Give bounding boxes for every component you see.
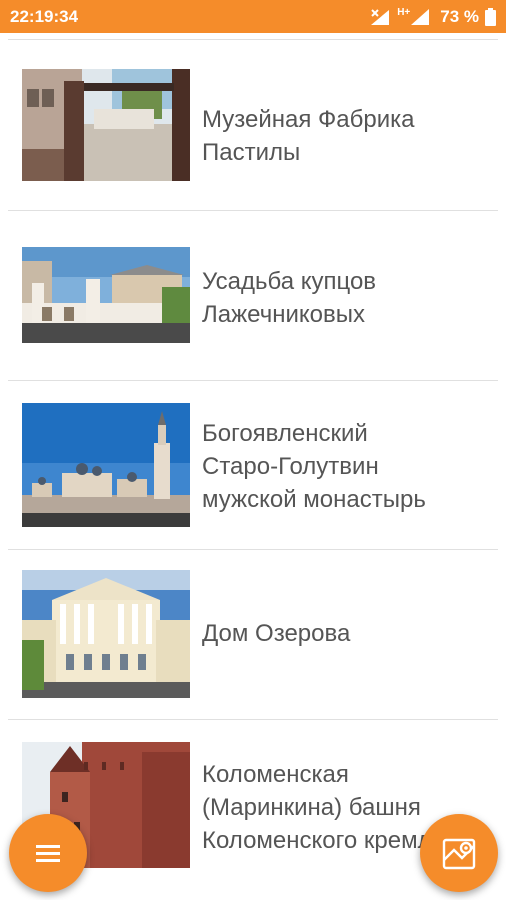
museum-gate-photo bbox=[22, 69, 190, 181]
list-item[interactable]: Усадьба купцов Лажечниковых bbox=[0, 211, 506, 381]
list-item[interactable]: Дом Озерова bbox=[0, 550, 506, 720]
item-title: Усадьба купцов Лажечниковых bbox=[202, 268, 377, 328]
ozerov-house-photo bbox=[22, 570, 190, 698]
list-item[interactable]: Богоявленский Старо-Голутвин мужской мон… bbox=[0, 381, 506, 549]
item-title: Дом Озерова bbox=[202, 620, 351, 647]
item-title: Музейная Фабрика Пастилы bbox=[202, 106, 415, 166]
map-icon bbox=[442, 838, 476, 870]
battery-percent: 73 % bbox=[440, 6, 479, 26]
divider bbox=[8, 39, 498, 40]
battery-icon bbox=[485, 7, 496, 26]
hamburger-menu-icon bbox=[36, 845, 60, 862]
monastery-photo bbox=[22, 403, 190, 527]
signal-icon bbox=[411, 8, 430, 25]
no-signal-icon bbox=[371, 8, 390, 25]
attractions-list[interactable]: Музейная Фабрика Пастилы Усадьба купцов … bbox=[0, 33, 506, 900]
manor-photo bbox=[22, 247, 190, 343]
list-item[interactable]: Музейная Фабрика Пастилы bbox=[0, 41, 506, 211]
menu-button[interactable] bbox=[9, 814, 87, 892]
status-time: 22:19:34 bbox=[10, 6, 79, 26]
status-icons: H+ 73 % bbox=[369, 7, 496, 27]
item-title: Богоявленский Старо-Голутвин мужской мон… bbox=[202, 420, 426, 513]
status-bar: 22:19:34 H+ 73 % bbox=[0, 0, 506, 33]
network-type-label: H+ bbox=[397, 7, 411, 18]
map-button[interactable] bbox=[420, 814, 498, 892]
